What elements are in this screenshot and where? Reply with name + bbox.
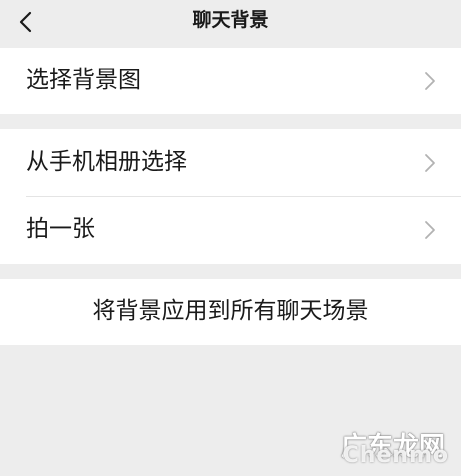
chevron-right-icon bbox=[425, 154, 435, 172]
apply-all-label: 将背景应用到所有聊天场景 bbox=[92, 298, 369, 324]
apply-all-row[interactable]: 将背景应用到所有聊天场景 bbox=[0, 279, 461, 345]
from-album-row[interactable]: 从手机相册选择 bbox=[0, 129, 461, 196]
choose-background-row[interactable]: 选择背景图 bbox=[0, 48, 461, 114]
chevron-right-icon bbox=[425, 221, 435, 239]
photo-source-group: 从手机相册选择 拍一张 bbox=[0, 129, 461, 264]
take-photo-row[interactable]: 拍一张 bbox=[0, 197, 461, 264]
choose-background-label: 选择背景图 bbox=[26, 67, 141, 93]
chevron-right-icon bbox=[425, 72, 435, 90]
page-title: 聊天背景 bbox=[192, 9, 269, 31]
take-photo-label: 拍一张 bbox=[26, 216, 95, 242]
navigation-bar: 聊天背景 bbox=[0, 0, 461, 45]
watermark-subtext: Chenmo bbox=[342, 443, 449, 468]
from-album-label: 从手机相册选择 bbox=[26, 149, 187, 175]
watermark: 广东龙网 Chenmo bbox=[311, 426, 451, 468]
